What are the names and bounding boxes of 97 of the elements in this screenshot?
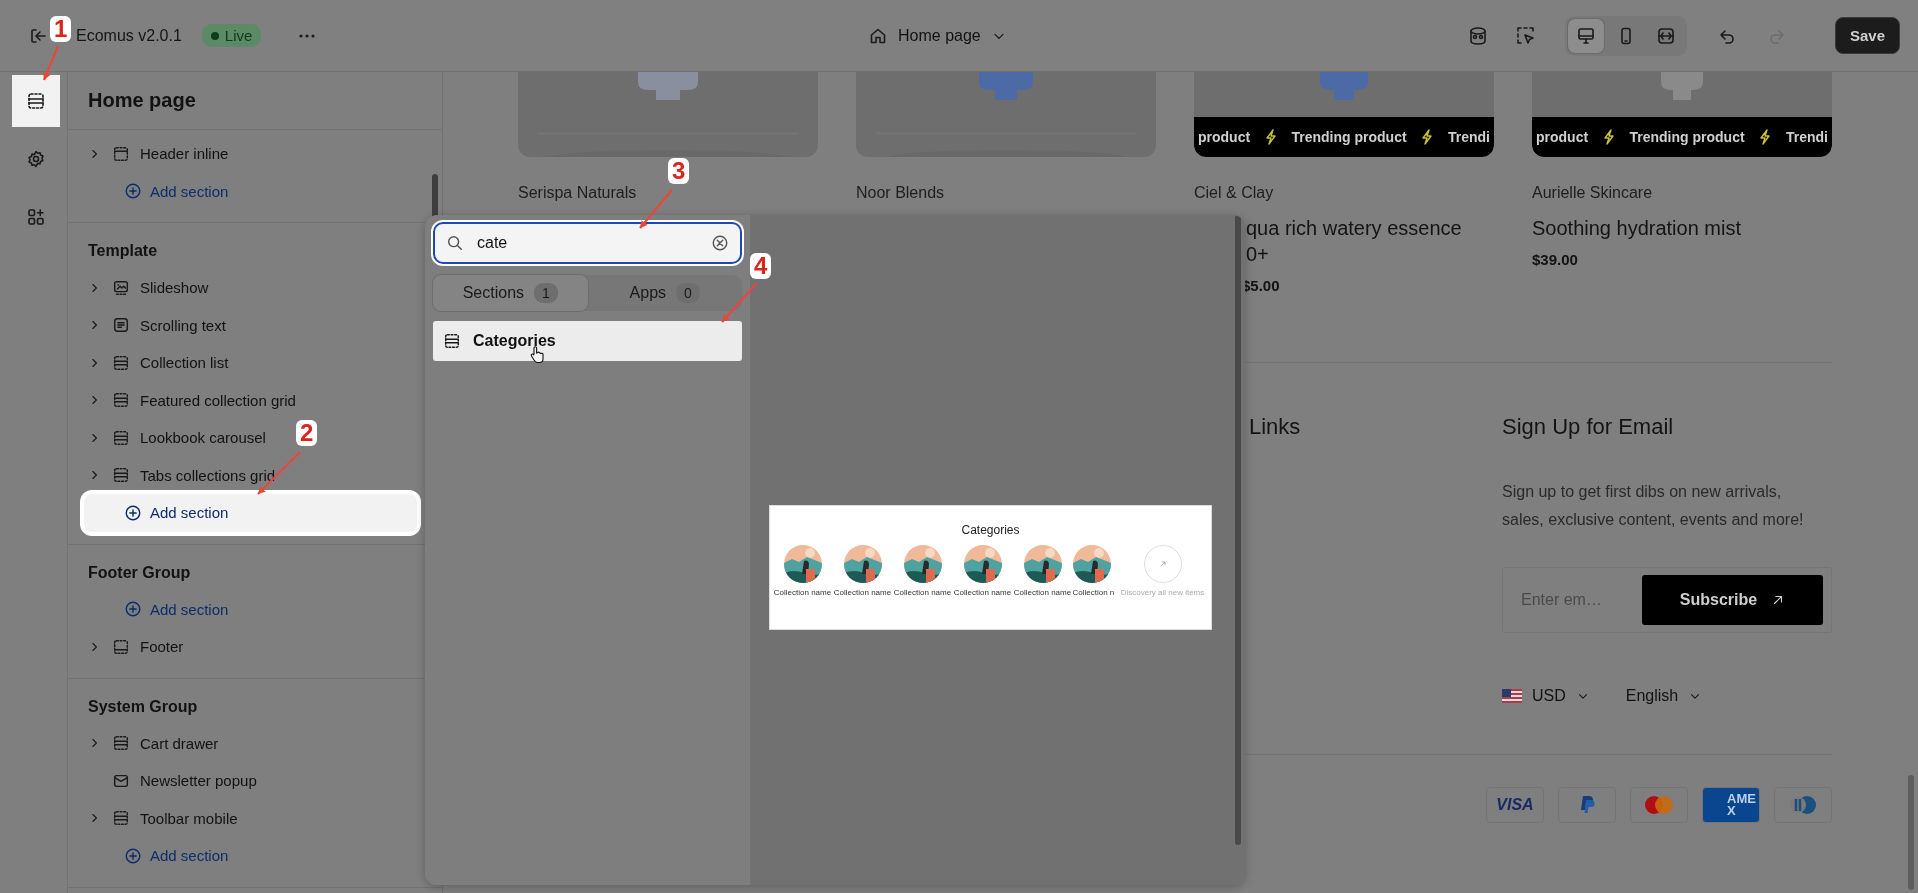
banner-text: Trendi — [1785, 129, 1828, 145]
section-icon — [112, 466, 130, 485]
product-title[interactable]: qua rich watery essence — [1246, 215, 1494, 241]
tab[interactable]: Apps 0 — [587, 275, 742, 311]
collection-label: Collection n — [1072, 587, 1115, 597]
add-section-link[interactable]: Add section — [84, 837, 417, 875]
diners-icon — [1787, 795, 1819, 815]
section-icon — [112, 353, 130, 372]
full-width-icon — [1655, 25, 1676, 46]
section-icon — [112, 809, 130, 828]
home-icon — [868, 26, 888, 46]
product-price: $39.00 — [1532, 251, 1579, 268]
section-item[interactable]: Cart drawer — [140, 734, 219, 752]
save-button[interactable]: Save — [1834, 17, 1900, 54]
collection-label: Collection name — [833, 587, 892, 597]
lightning-icon — [1264, 129, 1277, 145]
discover-label: Discovery all new items — [1120, 587, 1205, 597]
desktop-view-button[interactable] — [1567, 18, 1604, 53]
banner-text: product — [1536, 129, 1589, 145]
product-title[interactable]: Soothing hydration mist — [1532, 215, 1832, 241]
step-number: 2 — [296, 420, 318, 446]
section-item[interactable]: Featured collection grid — [140, 391, 296, 409]
slideshow-icon — [112, 278, 130, 297]
search-field[interactable]: cate — [433, 222, 742, 264]
header-section-icon — [112, 144, 130, 163]
section-item[interactable]: Newsletter popup — [140, 772, 257, 790]
plus-icon — [124, 600, 142, 619]
section-icon — [443, 332, 461, 350]
footer-heading: Sign Up for Email — [1502, 413, 1675, 441]
section-item[interactable]: Collection list — [140, 354, 229, 372]
group-heading: Footer Group — [87, 562, 192, 583]
collection-label: Collection name — [893, 587, 952, 597]
section-item[interactable]: Tabs collections grid — [140, 466, 276, 484]
collection-label: Collection name — [1013, 587, 1072, 597]
footer-section-icon — [112, 637, 130, 656]
amex-logo: AMEX — [1702, 787, 1760, 823]
clear-icon[interactable] — [711, 234, 729, 252]
discover-circle-icon — [1143, 544, 1182, 583]
currency-selector[interactable]: USD — [1502, 687, 1590, 705]
step-number: 3 — [668, 158, 690, 184]
add-section-link[interactable]: Add section — [84, 590, 417, 628]
visa-logo: VISA — [1486, 787, 1544, 823]
paypal-icon — [1579, 795, 1595, 815]
collection-label: Collection name — [953, 587, 1012, 597]
product-vendor: Aurielle Skincare — [1532, 183, 1654, 203]
banner-text: Trending product — [1291, 129, 1407, 145]
search-icon — [446, 234, 464, 252]
section-item[interactable]: Toolbar mobile — [140, 809, 238, 827]
language-selector[interactable]: English — [1625, 687, 1703, 705]
subscribe-button[interactable]: Subscribe — [1642, 575, 1823, 625]
banner-text: Trending product — [1629, 129, 1745, 145]
status-badge: Live — [201, 24, 262, 47]
page-selector[interactable]: Home page — [862, 22, 1013, 50]
lightning-icon — [1759, 129, 1772, 145]
section-icon — [112, 734, 130, 753]
banner-text: product — [1198, 129, 1251, 145]
tab[interactable]: Sections 1 — [433, 275, 588, 311]
collection-label: Collection name — [773, 587, 832, 597]
product-vendor: Ciel & Clay — [1194, 183, 1275, 203]
panel-title: Home page — [68, 72, 442, 130]
text-block-icon — [112, 316, 130, 335]
section-item[interactable]: Footer — [140, 638, 184, 656]
section-icon — [112, 391, 130, 410]
group-heading: Template — [87, 241, 159, 261]
plus-icon — [124, 503, 142, 522]
section-item[interactable]: Header inline — [140, 145, 229, 163]
flag-icon — [1502, 689, 1522, 703]
sections-icon — [26, 91, 46, 111]
add-section-link[interactable]: Add section — [84, 172, 417, 210]
lightning-icon — [1602, 129, 1615, 145]
product-vendor: Noor Blends — [856, 183, 946, 203]
section-item[interactable]: Slideshow — [140, 279, 209, 297]
count-badge: 1 — [534, 283, 558, 303]
desktop-icon — [1575, 25, 1596, 46]
section-result[interactable]: Categories — [433, 321, 742, 361]
sections-button[interactable] — [12, 75, 60, 127]
product-vendor: Serispa Naturals — [518, 183, 638, 203]
step-number: 1 — [50, 16, 72, 42]
lightning-icon — [1421, 129, 1434, 145]
footer-heading: Links — [1249, 413, 1302, 441]
signup-text: Sign up to get first dibs on new arrivals, sales, exclusive content, events and more! — [1502, 482, 1805, 530]
app-title: Ecomus v2.0.1 — [76, 26, 182, 45]
settings-icon — [26, 149, 46, 169]
plus-icon — [124, 182, 142, 201]
selection-icon[interactable] — [1514, 24, 1537, 47]
product-title[interactable]: 0+ — [1246, 241, 1494, 267]
preview-title: Categories — [961, 522, 1020, 537]
group-heading: System Group — [87, 696, 199, 717]
apps-icon — [26, 207, 46, 227]
banner-text: Trendi — [1447, 129, 1490, 145]
step-number: 4 — [750, 253, 772, 279]
plus-icon — [124, 846, 142, 865]
count-badge: 0 — [676, 283, 700, 303]
section-item[interactable]: Scrolling text — [140, 316, 226, 334]
section-icon — [112, 428, 130, 447]
mastercard-icon — [1642, 794, 1676, 816]
section-item[interactable]: Lookbook carousel — [140, 429, 266, 447]
